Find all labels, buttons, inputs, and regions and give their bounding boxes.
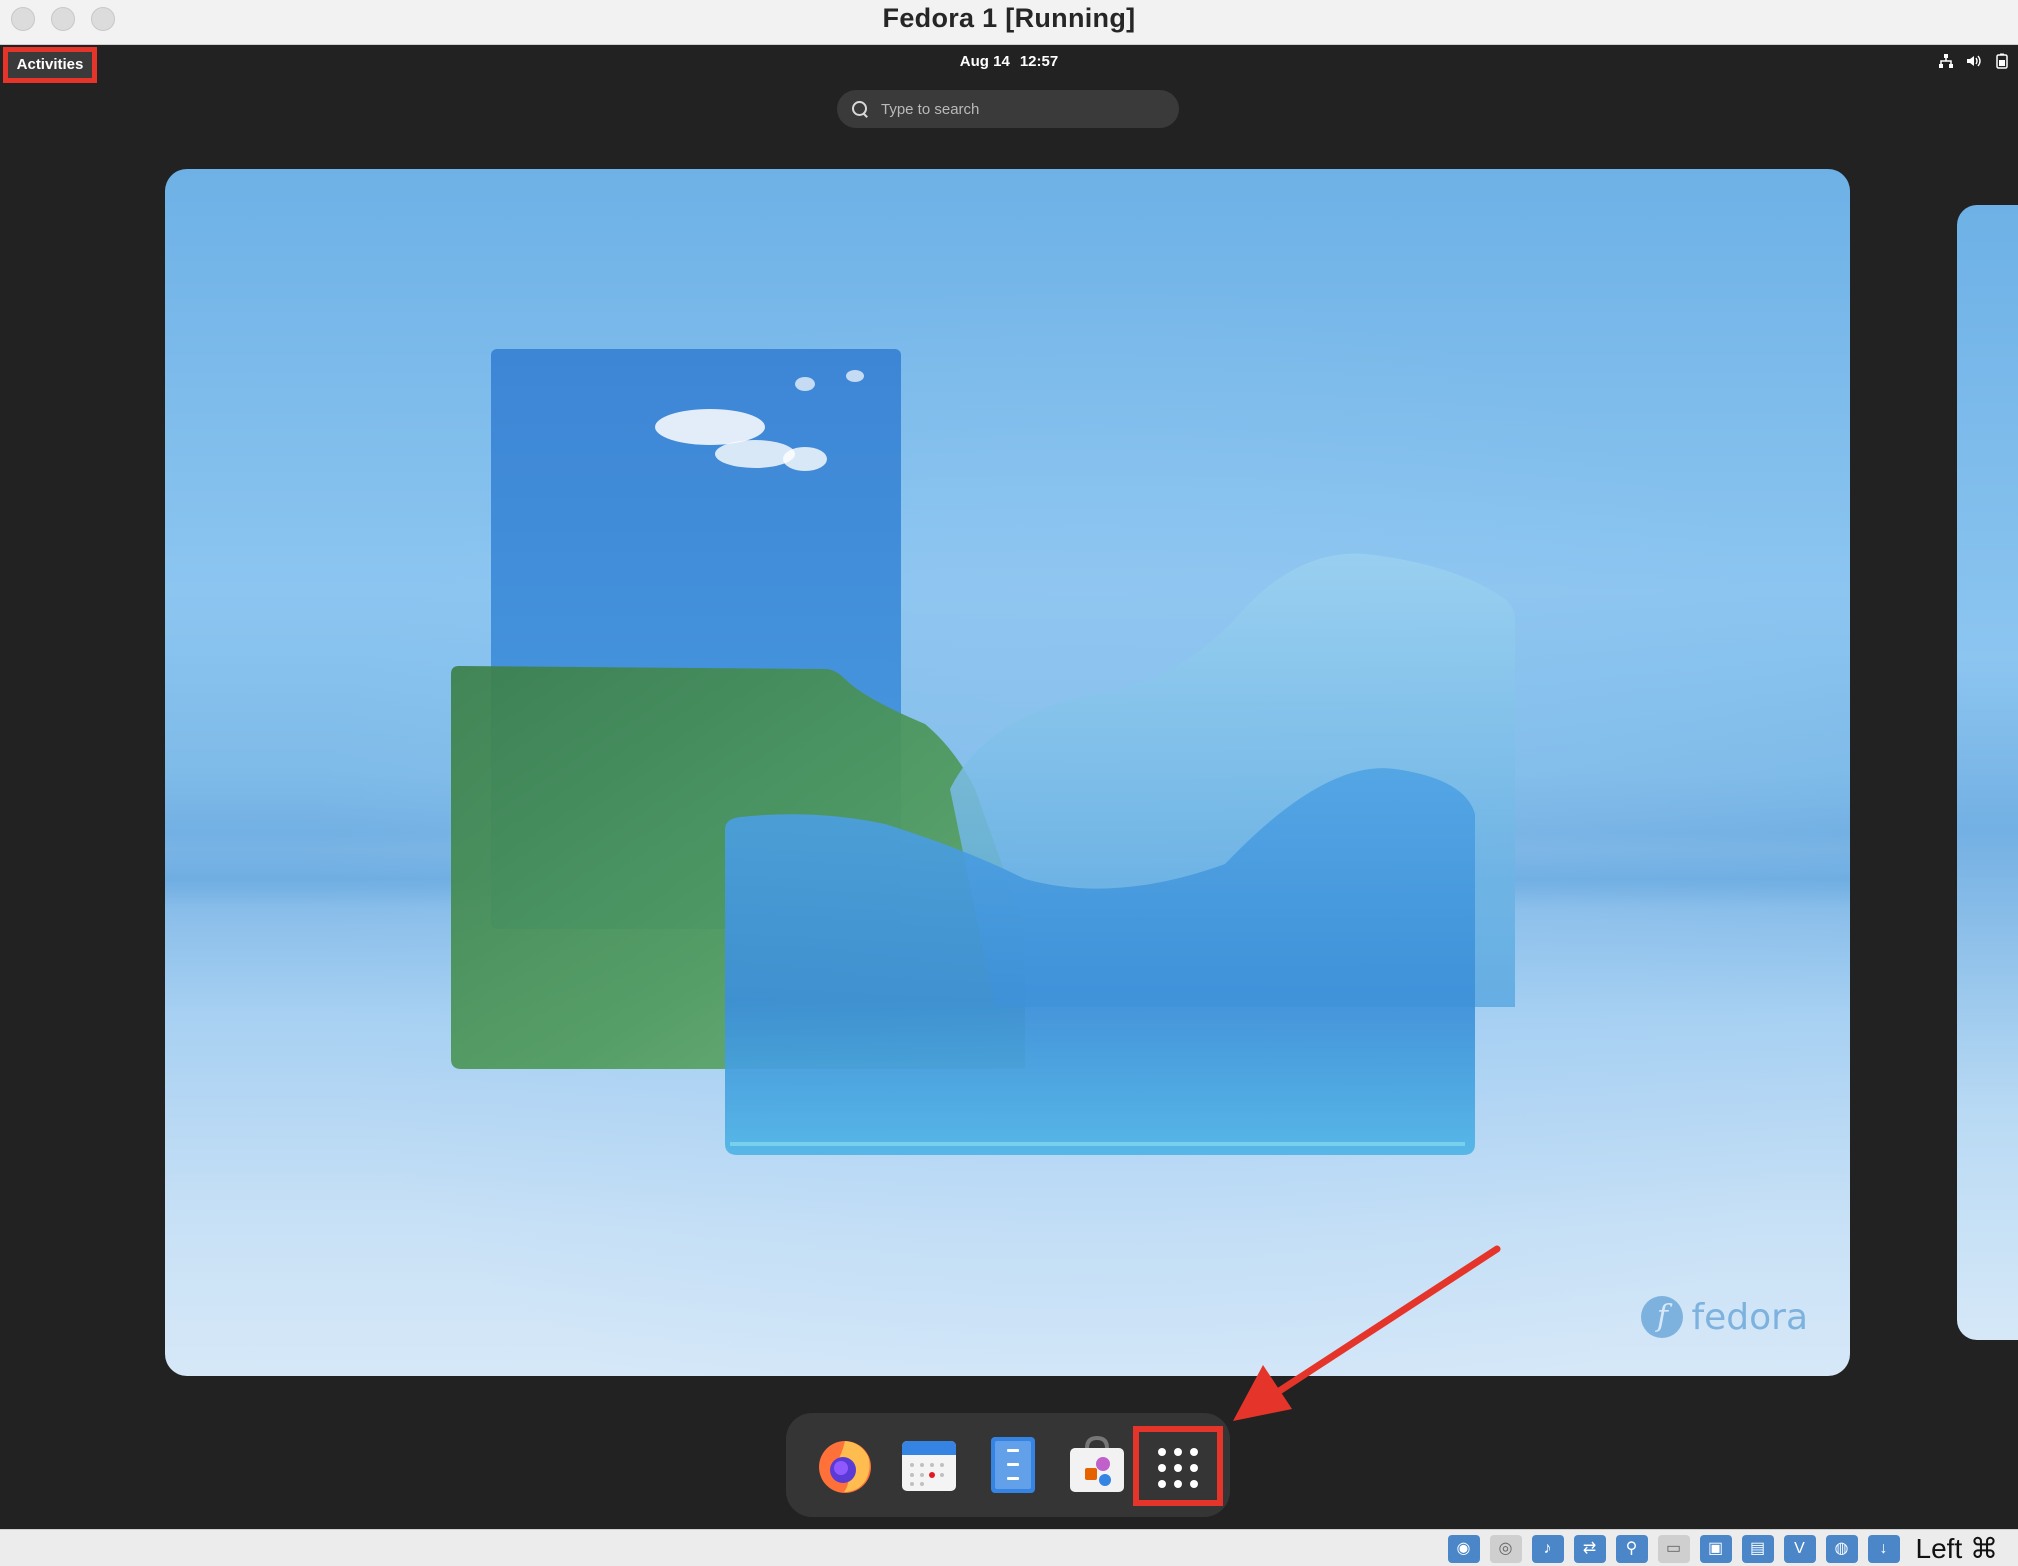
calendar-icon — [902, 1441, 956, 1491]
workspace-thumbnail[interactable]: f fedora — [165, 169, 1850, 1376]
files-icon — [991, 1437, 1035, 1493]
cpu-icon[interactable]: V — [1783, 1535, 1816, 1563]
globe-icon[interactable]: ◍ — [1825, 1535, 1858, 1563]
network-icon — [1938, 53, 1954, 69]
fedora-logo-icon: f — [1641, 1296, 1684, 1338]
download-icon[interactable]: ↓ — [1867, 1535, 1900, 1563]
dash-software[interactable] — [1058, 1426, 1136, 1504]
video-capture-icon[interactable]: ▤ — [1741, 1535, 1774, 1563]
software-icon — [1070, 1436, 1124, 1492]
dash-calendar[interactable] — [890, 1426, 968, 1504]
host-titlebar: Fedora 1 [Running] — [0, 0, 2018, 45]
dash-firefox[interactable] — [806, 1426, 884, 1504]
search-input[interactable] — [881, 100, 1161, 118]
guest-screen: Activities Aug 14 12:57 Type to search f… — [0, 45, 2018, 1529]
shared-folder-icon[interactable]: ▭ — [1657, 1535, 1690, 1563]
host-key-label: Left ⌘ — [1915, 1533, 1998, 1564]
wallpaper-glass-shapes — [451, 349, 1515, 1155]
activities-button[interactable]: Activities — [3, 47, 97, 83]
dash-files[interactable] — [974, 1426, 1052, 1504]
clock[interactable]: Aug 14 12:57 — [900, 53, 1118, 70]
dash — [786, 1413, 1230, 1517]
overview-search[interactable] — [837, 90, 1179, 128]
hard-disk-icon[interactable]: ◉ — [1447, 1535, 1480, 1563]
fedora-wordmark: fedora — [1691, 1296, 1808, 1338]
battery-icon — [1994, 53, 2010, 69]
search-icon — [851, 100, 869, 118]
clock-time: 12:57 — [1019, 53, 1059, 70]
usb-icon[interactable]: ⚲ — [1615, 1535, 1648, 1563]
display-icon[interactable]: ▣ — [1699, 1535, 1732, 1563]
app-grid-highlight-box — [1133, 1426, 1223, 1506]
gnome-top-bar: Activities Aug 14 12:57 — [0, 45, 2018, 83]
optical-drive-icon[interactable]: ◎ — [1489, 1535, 1522, 1563]
volume-icon — [1966, 53, 1982, 69]
system-tray[interactable] — [1938, 53, 2010, 69]
next-workspace-thumbnail[interactable] — [1957, 205, 2018, 1340]
clock-date: Aug 14 — [959, 53, 1010, 70]
network-adapter-icon[interactable]: ⇄ — [1573, 1535, 1606, 1563]
fedora-watermark: f fedora — [1641, 1296, 1808, 1338]
firefox-icon — [819, 1441, 871, 1493]
audio-icon[interactable]: ♪ — [1531, 1535, 1564, 1563]
status-icons: ◉ ◎ ♪ ⇄ ⚲ ▭ ▣ ▤ V ◍ ↓ Left ⌘ — [1447, 1533, 1998, 1564]
host-status-bar: ◉ ◎ ♪ ⇄ ⚲ ▭ ▣ ▤ V ◍ ↓ Left ⌘ — [0, 1529, 2018, 1566]
window-title: Fedora 1 [Running] — [882, 3, 1136, 33]
